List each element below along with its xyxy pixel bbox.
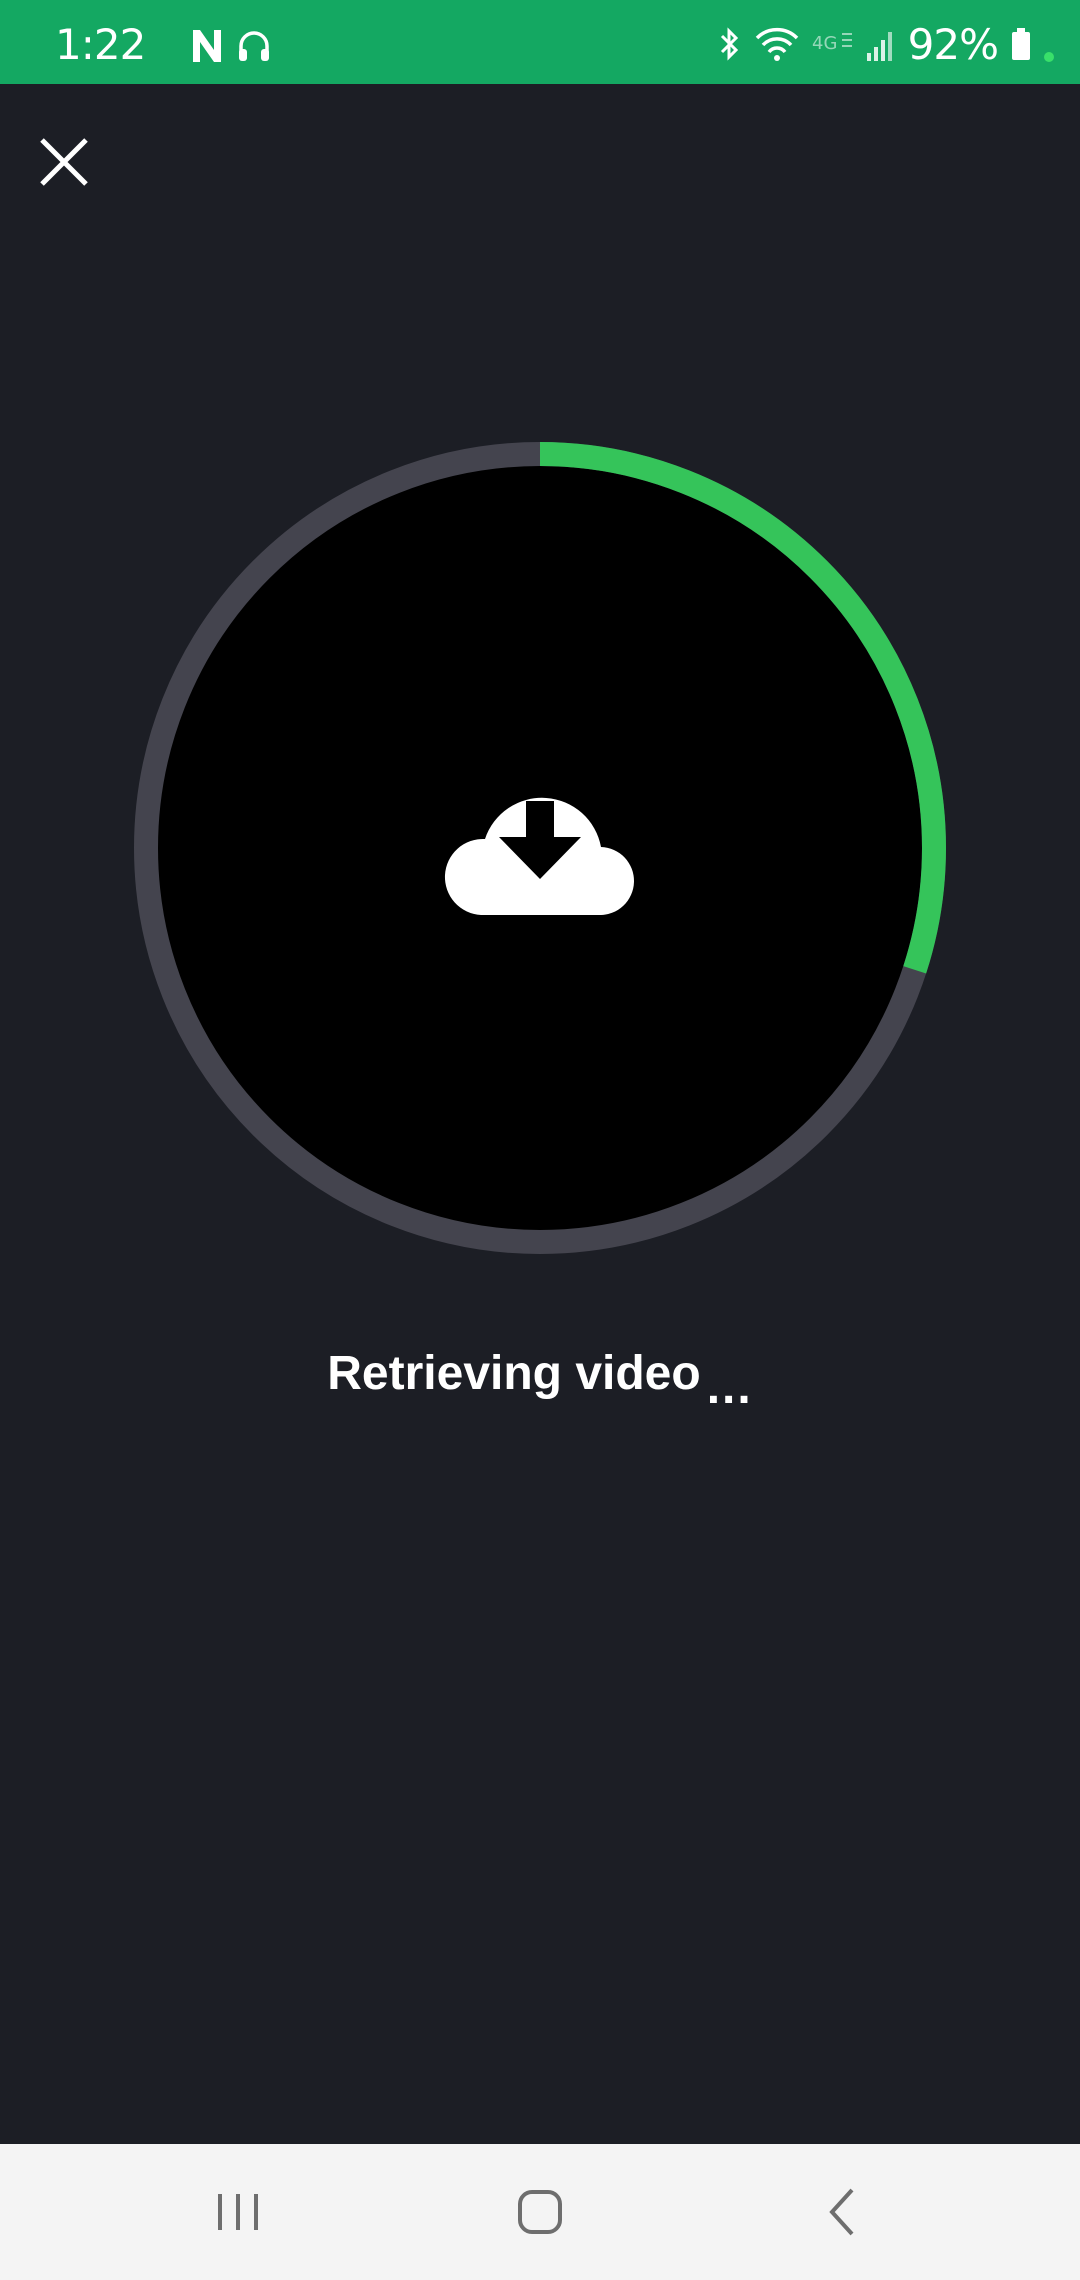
- loading-dots: ...: [706, 1361, 753, 1414]
- charging-dot: [1044, 52, 1054, 62]
- status-left-icons: [190, 26, 272, 66]
- back-icon[interactable]: [810, 2180, 874, 2244]
- bluetooth-icon: [720, 27, 738, 61]
- retrieving-message: Retrieving video...: [0, 1346, 1080, 1414]
- battery-icon: [1012, 28, 1030, 60]
- headset-icon: [239, 31, 269, 61]
- retrieving-label: Retrieving video: [327, 1347, 701, 1400]
- cloud-download-icon: [445, 797, 634, 915]
- wifi-icon: [755, 27, 798, 61]
- status-bar: 1:22 4G 92%: [0, 0, 1080, 84]
- svg-text:4G: 4G: [812, 33, 837, 54]
- n-app-icon: [193, 30, 221, 62]
- battery-percent: 92%: [907, 19, 999, 69]
- 4g-icon: 4G: [812, 33, 852, 54]
- status-right-icons: 4G 92%: [716, 19, 1054, 69]
- signal-icon: [866, 32, 892, 61]
- close-icon[interactable]: [36, 134, 92, 190]
- status-time: 1:22: [55, 20, 146, 69]
- home-icon[interactable]: [508, 2180, 572, 2244]
- system-nav-bar: [0, 2144, 1080, 2280]
- recents-icon[interactable]: [206, 2180, 270, 2244]
